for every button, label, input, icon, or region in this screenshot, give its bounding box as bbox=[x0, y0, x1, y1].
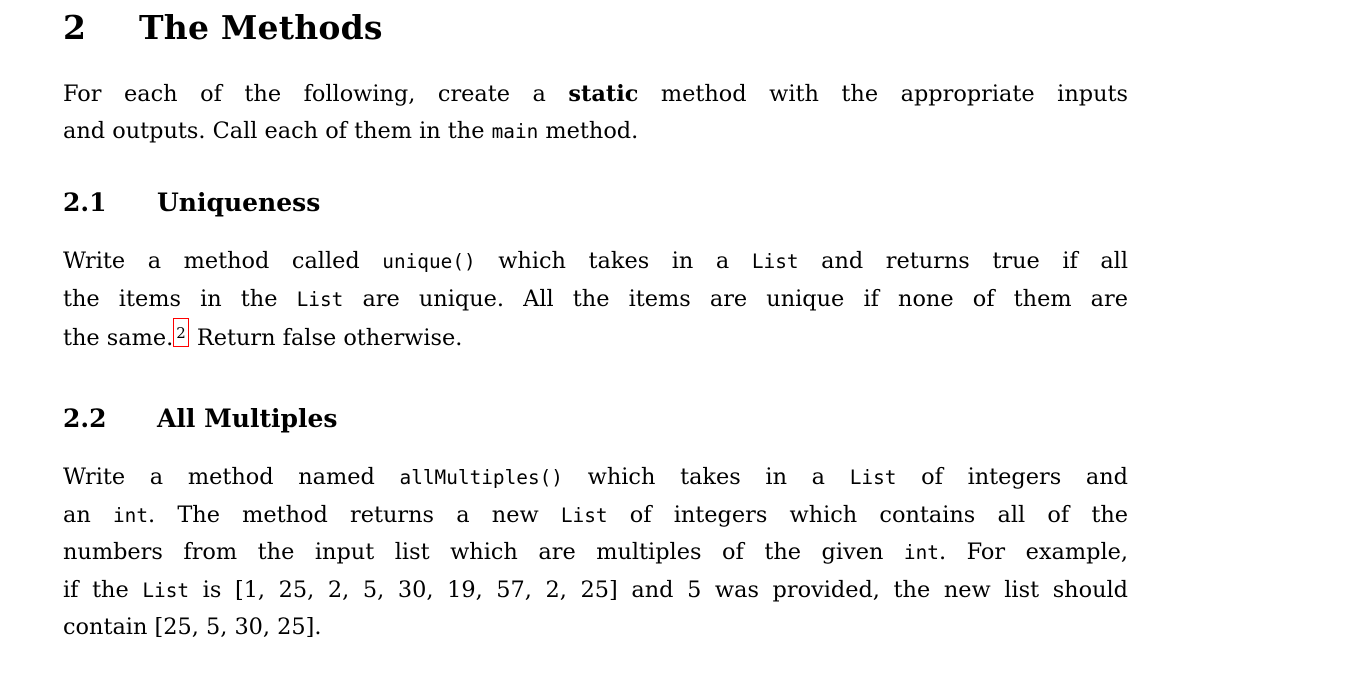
code-list: List bbox=[751, 250, 799, 274]
text-run: . For example, bbox=[938, 539, 1128, 566]
text-run: are unique. All the items are unique if … bbox=[343, 285, 1128, 312]
subsection-title: All Multiples bbox=[157, 403, 338, 433]
subsection-heading-2-1: 2.1 Uniqueness bbox=[63, 187, 1128, 217]
text-run: . bbox=[314, 614, 322, 641]
code-list: List bbox=[560, 503, 608, 527]
text-run: an bbox=[63, 501, 113, 528]
section-intro-paragraph: For each of the following, create a stat… bbox=[63, 76, 1128, 151]
section-number: 2 bbox=[63, 8, 87, 47]
text-run: the same. bbox=[63, 325, 174, 352]
paragraph-line: Write a method called unique() which tak… bbox=[63, 243, 1128, 281]
document-page: 2 The Methods For each of the following, … bbox=[0, 0, 1354, 682]
code-list: List bbox=[849, 466, 897, 490]
text-run: Write a method called bbox=[63, 248, 383, 275]
code-list: List bbox=[142, 578, 190, 602]
text-run: if the bbox=[63, 576, 143, 603]
example-output-list: [25, 5, 30, 25] bbox=[154, 614, 315, 641]
code-int: int bbox=[112, 503, 149, 527]
paragraph-line: contain [25, 5, 30, 25]. bbox=[63, 609, 1128, 647]
text-run: of integers which contains all of the bbox=[607, 501, 1129, 528]
subsection-heading-2-2: 2.2 All Multiples bbox=[63, 403, 1128, 433]
code-allmultiples: allMultiples() bbox=[399, 466, 563, 490]
text-run: For each of the following, create a bbox=[63, 80, 569, 107]
example-input-list: [1, 25, 2, 5, 30, 19, 57, 2, 25] bbox=[234, 576, 618, 603]
text-run: and 5 was provided, the new list should bbox=[617, 576, 1128, 603]
section-heading-2: 2 The Methods bbox=[63, 0, 1128, 46]
paragraph-line: the items in the List are unique. All th… bbox=[63, 281, 1128, 319]
text-run: which takes in a bbox=[475, 248, 752, 275]
code-unique: unique() bbox=[382, 250, 476, 274]
code-main: main bbox=[491, 120, 539, 144]
paragraph-line: if the List is [1, 25, 2, 5, 30, 19, 57,… bbox=[63, 572, 1128, 610]
section-title: The Methods bbox=[139, 8, 383, 47]
text-run: method. bbox=[538, 118, 639, 145]
text-run: and returns true if all bbox=[798, 248, 1129, 275]
text-run: Return false otherwise. bbox=[189, 325, 463, 352]
text-run: method with the appropriate inputs bbox=[638, 80, 1128, 107]
subsection-2-1-paragraph: Write a method called unique() which tak… bbox=[63, 243, 1128, 358]
text-run: is bbox=[189, 576, 235, 603]
paragraph-line: the same. 2 Return false otherwise. bbox=[63, 318, 1128, 358]
paragraph-line: Write a method named allMultiples() whic… bbox=[63, 459, 1128, 497]
text-run: and outputs. Call each of them in the bbox=[63, 118, 492, 145]
text-run: contain bbox=[63, 614, 155, 641]
text-run: the items in the bbox=[63, 285, 297, 312]
subsection-number: 2.1 bbox=[63, 187, 107, 217]
subsection-2-2-paragraph: Write a method named allMultiples() whic… bbox=[63, 459, 1128, 647]
footnote-reference-link[interactable]: 2 bbox=[173, 318, 189, 347]
text-run: . The method returns a new bbox=[148, 501, 561, 528]
text-run: Write a method named bbox=[63, 464, 400, 491]
text-run: which takes in a bbox=[562, 464, 850, 491]
code-list: List bbox=[296, 287, 344, 311]
code-int: int bbox=[903, 541, 939, 565]
subsection-title: Uniqueness bbox=[157, 187, 321, 217]
text-run: of integers and bbox=[896, 464, 1128, 491]
paragraph-line: and outputs. Call each of them in the ma… bbox=[63, 113, 1128, 151]
text-run: numbers from the input list which are mu… bbox=[63, 539, 904, 566]
footnote-marker: 2 bbox=[176, 324, 186, 343]
paragraph-line: For each of the following, create a stat… bbox=[63, 76, 1128, 114]
subsection-number: 2.2 bbox=[63, 403, 107, 433]
paragraph-line: an int. The method returns a new List of… bbox=[63, 497, 1128, 535]
paragraph-line: numbers from the input list which are mu… bbox=[63, 534, 1128, 572]
keyword-static: static bbox=[568, 80, 639, 107]
page-content: 2 The Methods For each of the following, … bbox=[63, 0, 1128, 647]
